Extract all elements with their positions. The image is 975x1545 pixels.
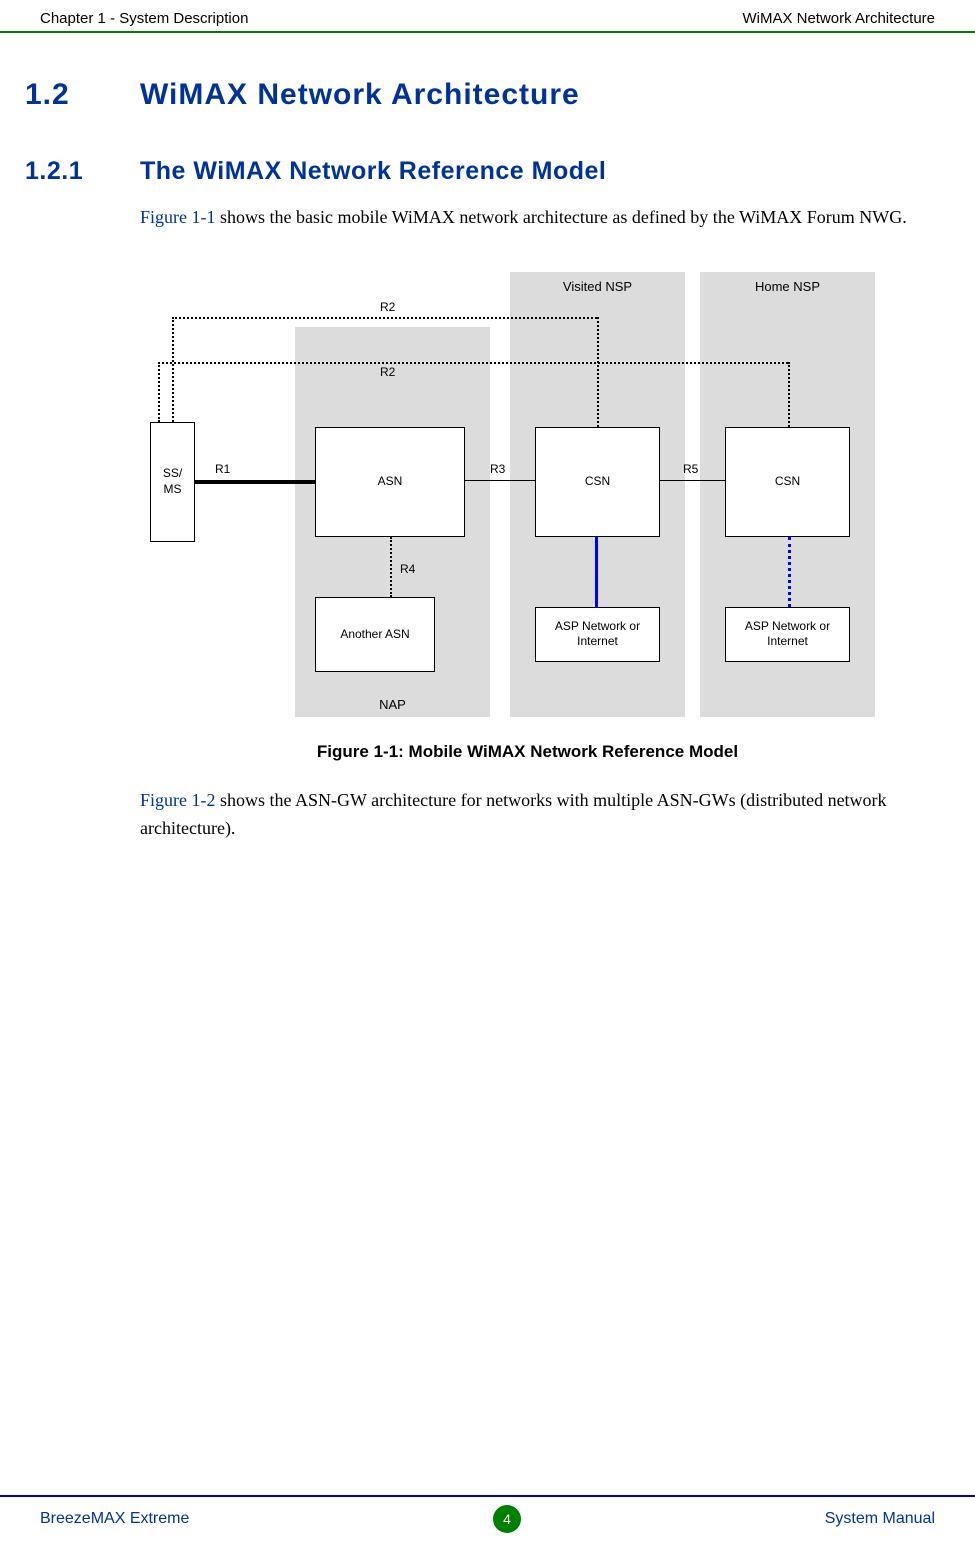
- csn-visited-node: CSN: [535, 427, 660, 537]
- content: 1.2 WiMAX Network Architecture 1.2.1 The…: [0, 33, 975, 843]
- header-right: WiMAX Network Architecture: [742, 10, 935, 27]
- paragraph-1-text: shows the basic mobile WiMAX network arc…: [216, 207, 907, 227]
- nap-label: NAP: [295, 697, 490, 712]
- another-asn-node: Another ASN: [315, 597, 435, 672]
- page-number: 4: [493, 1505, 521, 1533]
- r3-label: R3: [490, 462, 505, 476]
- r2-label: R2: [380, 365, 395, 379]
- r2-line: [158, 362, 788, 364]
- r2-line: [597, 317, 599, 427]
- figure-1-2-link[interactable]: Figure 1-2: [140, 790, 216, 810]
- r1-label: R1: [215, 462, 230, 476]
- asp-link-1: [595, 537, 598, 607]
- asp-link-2: [788, 537, 791, 607]
- footer-right: System Manual: [825, 1510, 935, 1528]
- header-left: Chapter 1 - System Description: [40, 10, 248, 27]
- page-header: Chapter 1 - System Description WiMAX Net…: [0, 0, 975, 33]
- asn-node: ASN: [315, 427, 465, 537]
- r2-label: R2: [380, 300, 395, 314]
- figure-diagram: Visited NSP Home NSP NAP SS/ MS ASN CSN …: [140, 262, 900, 722]
- r4-label: R4: [400, 562, 415, 576]
- home-nsp-label: Home NSP: [701, 279, 874, 294]
- section-number: 1.2: [25, 78, 140, 112]
- csn-home-node: CSN: [725, 427, 850, 537]
- r3-line: [465, 480, 535, 481]
- r2-line: [172, 317, 597, 319]
- subsection-title: The WiMAX Network Reference Model: [140, 157, 606, 186]
- r1-line: [195, 480, 315, 484]
- r5-line: [660, 480, 725, 481]
- figure-1-1-link[interactable]: Figure 1-1: [140, 207, 216, 227]
- r2-line: [158, 362, 160, 422]
- ss-ms-node: SS/ MS: [150, 422, 195, 542]
- paragraph-2: Figure 1-2 shows the ASN-GW architecture…: [140, 787, 915, 843]
- section-heading: 1.2 WiMAX Network Architecture: [25, 78, 915, 112]
- figure-caption: Figure 1-1: Mobile WiMAX Network Referen…: [140, 742, 915, 762]
- page-footer: BreezeMAX Extreme 4 System Manual: [0, 1495, 975, 1545]
- asp-network-2-node: ASP Network or Internet: [725, 607, 850, 662]
- paragraph-1: Figure 1-1 shows the basic mobile WiMAX …: [140, 204, 915, 232]
- r4-line: [390, 537, 392, 597]
- visited-nsp-label: Visited NSP: [511, 279, 684, 294]
- subsection-number: 1.2.1: [25, 157, 140, 186]
- asp-network-1-node: ASP Network or Internet: [535, 607, 660, 662]
- r2-line: [172, 317, 174, 422]
- subsection-heading: 1.2.1 The WiMAX Network Reference Model: [25, 157, 915, 186]
- r2-line: [788, 362, 790, 427]
- footer-left: BreezeMAX Extreme: [40, 1510, 189, 1528]
- paragraph-2-text: shows the ASN-GW architecture for networ…: [140, 790, 887, 838]
- section-title: WiMAX Network Architecture: [140, 78, 580, 112]
- r5-label: R5: [683, 462, 698, 476]
